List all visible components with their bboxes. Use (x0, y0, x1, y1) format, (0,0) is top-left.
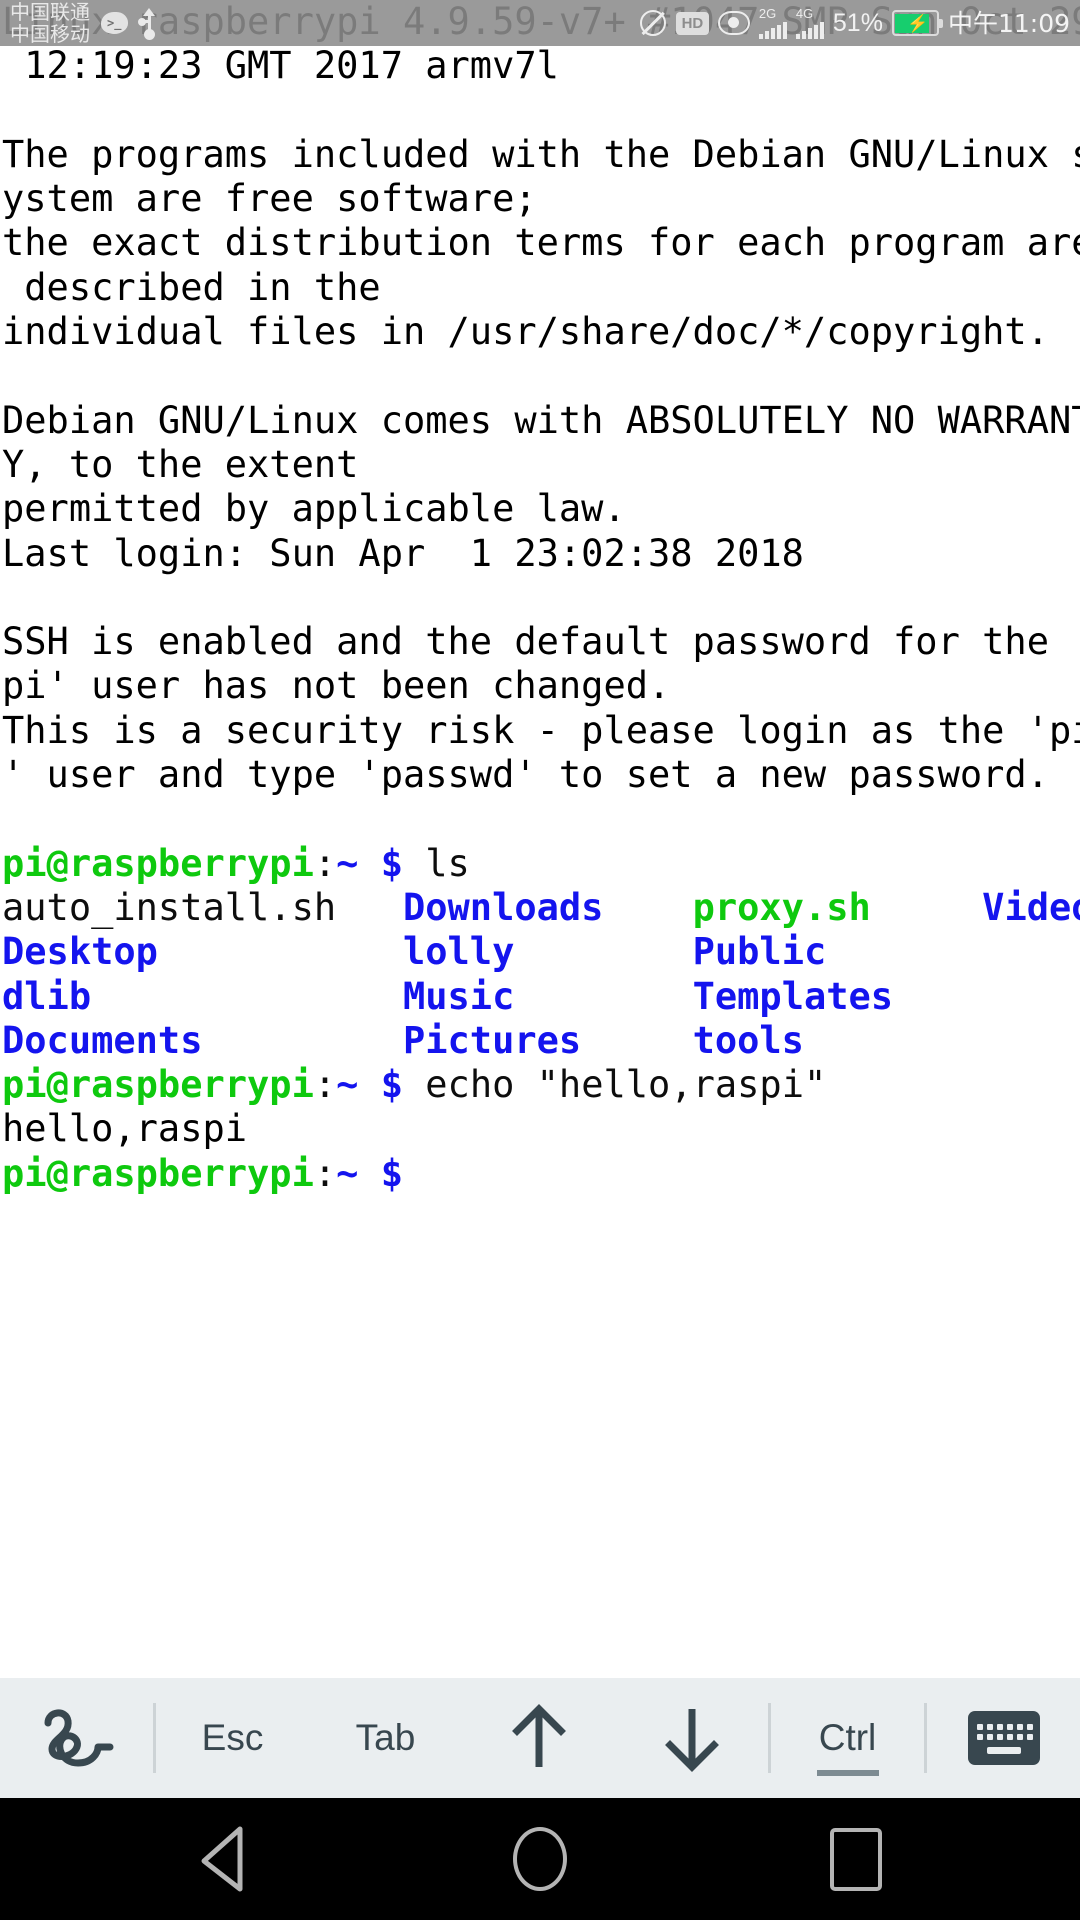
terminal-text-line: This is a security risk - please login a… (2, 708, 1080, 752)
toolbar-key-tab-label: Tab (355, 1717, 416, 1758)
prompt-sigil: $ (380, 1063, 403, 1107)
toolbar-key-gesture[interactable] (0, 1678, 153, 1798)
terminal-text-line: SSH is enabled and the default password … (2, 620, 1080, 664)
ls-gap (893, 975, 982, 1018)
terminal-text-line: ' user and type 'passwd' to set a new pa… (2, 753, 1049, 797)
toolbar-key-esc[interactable]: Esc (156, 1678, 309, 1798)
prompt-colon: : (313, 841, 337, 885)
prompt-colon: : (313, 1151, 337, 1195)
terminal-command-text: ls (403, 841, 470, 885)
prompt-user-host: pi@raspberrypi (2, 1063, 314, 1107)
ls-entry: Downloads (402, 885, 604, 929)
ls-entry: auto_install.sh (2, 885, 337, 929)
ls-entry: Pictures (402, 1018, 582, 1062)
arrow-down-icon (664, 1703, 720, 1773)
ls-gap (336, 886, 403, 929)
terminal-text-line: pi' user has not been changed. (2, 664, 671, 708)
keyboard-icon (967, 1711, 1040, 1765)
ls-gap (603, 886, 692, 929)
recents-square-icon (830, 1827, 882, 1891)
terminal-text-line: ystem are free software; (2, 177, 537, 221)
ls-entry: Documents (2, 1018, 203, 1062)
terminal-command-line: pi@raspberrypi:~ $ ls (0, 842, 1080, 886)
ls-empty-cell (982, 975, 1080, 1018)
gesture-squiggle-icon (40, 1705, 114, 1771)
toolbar-key-keyboard[interactable] (927, 1678, 1080, 1798)
ls-gap (804, 1019, 982, 1062)
ls-gap (826, 930, 982, 973)
terminal-text-line: Last login: Sun Apr 1 23:02:38 2018 (2, 531, 804, 575)
nav-back-button[interactable] (164, 1798, 284, 1920)
back-triangle-icon (201, 1826, 243, 1892)
prompt-user-host: pi@raspberrypi (2, 1151, 314, 1195)
toolbar-key-ctrl-label: Ctrl (818, 1717, 877, 1758)
terminal-ls-row: dlib Music Templates (0, 975, 1080, 1019)
terminal-text-line: 12:19:23 GMT 2017 armv7l (2, 44, 559, 88)
ls-gap (514, 930, 692, 973)
prompt-path: ~ (336, 841, 359, 885)
ls-entry: proxy.sh (692, 885, 871, 929)
ls-entry: lolly (402, 930, 515, 974)
ls-entry: Desktop (2, 930, 158, 974)
toolbar-key-esc-label: Esc (201, 1717, 264, 1758)
terminal-text-line: described in the (2, 265, 381, 309)
terminal-ls-row: Documents Pictures tools (0, 1019, 1080, 1063)
prompt-sigil: $ (380, 1151, 403, 1195)
ls-entry: Videos (982, 885, 1080, 929)
ls-gap (871, 886, 982, 929)
toolbar-key-ctrl-active-underline (816, 1770, 879, 1776)
terminal-text-line: Debian GNU/Linux comes with ABSOLUTELY N… (2, 398, 1080, 442)
terminal-text-line: The programs included with the Debian GN… (2, 132, 1080, 176)
nav-recents-button[interactable] (796, 1798, 916, 1920)
terminal-ls-row: Desktop lolly Public (0, 930, 1080, 974)
nav-home-button[interactable] (480, 1798, 600, 1920)
terminal-command-line: pi@raspberrypi:~ $ echo "hello,raspi" (0, 1063, 1080, 1107)
ls-entry: dlib (2, 974, 92, 1018)
terminal-output[interactable]: Linux raspberrypi 4.9.59-v7+ #1047 SMP S… (0, 0, 1080, 1678)
terminal-text-line: Linux raspberrypi 4.9.59-v7+ #1047 SMP S… (2, 0, 1080, 43)
terminal-ls-row: auto_install.sh Downloads proxy.sh Video… (0, 886, 1080, 930)
ls-empty-cell (982, 930, 1080, 973)
ls-gap (202, 1019, 402, 1062)
terminal-command-text: echo "hello,raspi" (403, 1063, 827, 1107)
home-circle-icon (513, 1827, 567, 1891)
ls-gap (581, 1019, 692, 1062)
toolbar-key-ctrl[interactable]: Ctrl (771, 1678, 924, 1798)
ls-gap (158, 930, 403, 973)
android-navigation-bar (0, 1798, 1080, 1920)
ls-gap (91, 975, 403, 1018)
ls-entry: Public (692, 930, 827, 974)
terminal-text-line: individual files in /usr/share/doc/*/cop… (2, 310, 1049, 354)
terminal-text-line: the exact distribution terms for each pr… (2, 221, 1080, 265)
terminal-text-line: permitted by applicable law. (2, 487, 626, 531)
prompt-colon: : (313, 1063, 337, 1107)
terminal-scroll-region[interactable]: Linux raspberrypi 4.9.59-v7+ #1047 SMP S… (0, 0, 1080, 1196)
prompt-path: ~ (336, 1151, 359, 1195)
ls-entry: Templates (692, 974, 894, 1018)
terminal-output-line: hello,raspi (2, 1107, 248, 1151)
arrow-up-icon (511, 1703, 567, 1773)
prompt-path: ~ (336, 1063, 359, 1107)
terminal-text-line: Y, to the extent (2, 442, 359, 486)
ls-gap (514, 975, 692, 1018)
terminal-active-prompt-line: pi@raspberrypi:~ $ (0, 1152, 1080, 1196)
prompt-sigil: $ (380, 841, 403, 885)
ls-entry: Music (402, 974, 515, 1018)
phone-screen: Linux raspberrypi 4.9.59-v7+ #1047 SMP S… (0, 0, 1080, 1920)
prompt-user-host: pi@raspberrypi (2, 841, 314, 885)
terminal-key-toolbar: Esc Tab Ctrl (0, 1678, 1080, 1798)
ls-entry: tools (692, 1018, 804, 1062)
ls-empty-cell (982, 1019, 1080, 1062)
toolbar-key-up[interactable] (462, 1678, 615, 1798)
toolbar-key-tab[interactable]: Tab (309, 1678, 462, 1798)
toolbar-key-down[interactable] (615, 1678, 768, 1798)
